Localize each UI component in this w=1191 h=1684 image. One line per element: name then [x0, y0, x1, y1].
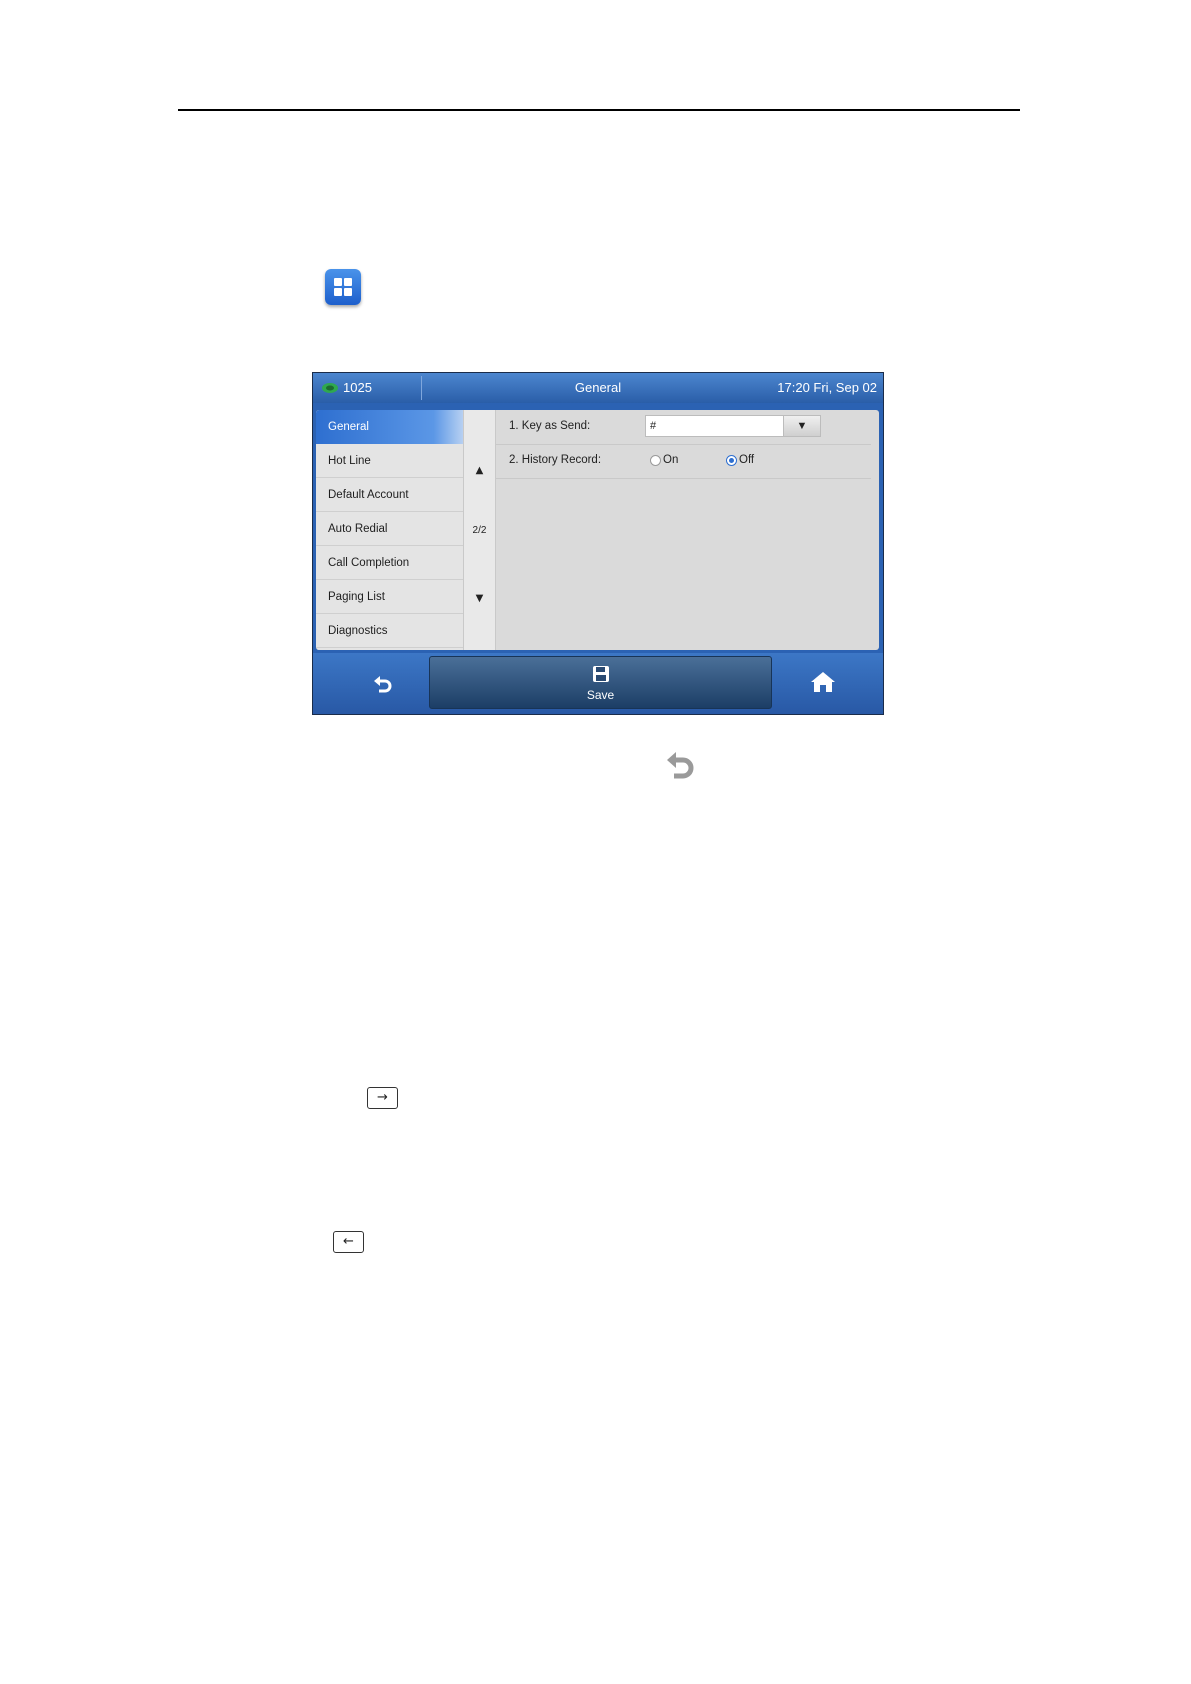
back-arrow-icon	[667, 752, 694, 779]
history-record-on-label: On	[663, 454, 679, 466]
datetime: 17:20 Fri, Sep 02	[777, 380, 877, 395]
radio-unchecked-icon	[650, 454, 661, 466]
sidebar-item-paging-list[interactable]: Paging List	[316, 580, 463, 614]
back-softkey[interactable]	[343, 661, 423, 707]
sidebar-item-diagnostics[interactable]: Diagnostics	[316, 614, 463, 648]
settings-panel: General Hot Line Default Account Auto Re…	[316, 410, 879, 650]
setting-row-key-as-send: 1. Key as Send: # ▼	[496, 410, 871, 445]
page-scroller: ▲ 2/2 ▼	[463, 410, 496, 650]
settings-content: 1. Key as Send: # ▼ 2. History Record: O…	[496, 410, 879, 650]
sidebar-item-default-account[interactable]: Default Account	[316, 478, 463, 512]
key-as-send-value: #	[650, 420, 657, 432]
menu-grid-icon[interactable]	[325, 269, 361, 305]
floppy-disk-icon	[592, 666, 609, 682]
dropdown-arrow-icon[interactable]: ▼	[783, 416, 820, 436]
history-record-on-radio[interactable]: On	[650, 454, 678, 466]
history-record-off-radio[interactable]: Off	[726, 454, 754, 466]
left-arrow-key-icon: ←	[333, 1231, 364, 1253]
header-rule	[178, 109, 1020, 111]
setting-row-history-record: 2. History Record: On Off	[496, 444, 871, 479]
softkey-bar: Save	[313, 653, 883, 714]
scroll-down-button[interactable]: ▼	[464, 593, 495, 604]
page-indicator: 2/2	[472, 525, 487, 536]
key-as-send-select[interactable]: # ▼	[645, 415, 821, 437]
save-softkey[interactable]: Save	[429, 656, 772, 709]
history-record-off-label: Off	[739, 454, 755, 466]
phone-screen: 1025 General 17:20 Fri, Sep 02 General H…	[312, 372, 884, 715]
sidebar-item-call-completion[interactable]: Call Completion	[316, 546, 463, 580]
scroll-up-button[interactable]: ▲	[464, 465, 495, 476]
key-as-send-label: 1. Key as Send:	[509, 420, 591, 432]
sidebar-item-auto-redial[interactable]: Auto Redial	[316, 512, 463, 546]
history-record-label: 2. History Record:	[509, 454, 602, 466]
sidebar-item-general[interactable]: General	[316, 410, 463, 444]
sidebar: General Hot Line Default Account Auto Re…	[316, 410, 463, 650]
radio-checked-icon	[726, 454, 737, 466]
title-bar: 1025 General 17:20 Fri, Sep 02	[313, 373, 883, 403]
home-softkey[interactable]	[773, 661, 873, 707]
save-label: Save	[586, 688, 615, 702]
right-arrow-key-icon: →	[367, 1087, 398, 1109]
home-icon	[811, 672, 835, 692]
back-arrow-icon	[374, 676, 392, 693]
sidebar-item-hot-line[interactable]: Hot Line	[316, 444, 463, 478]
